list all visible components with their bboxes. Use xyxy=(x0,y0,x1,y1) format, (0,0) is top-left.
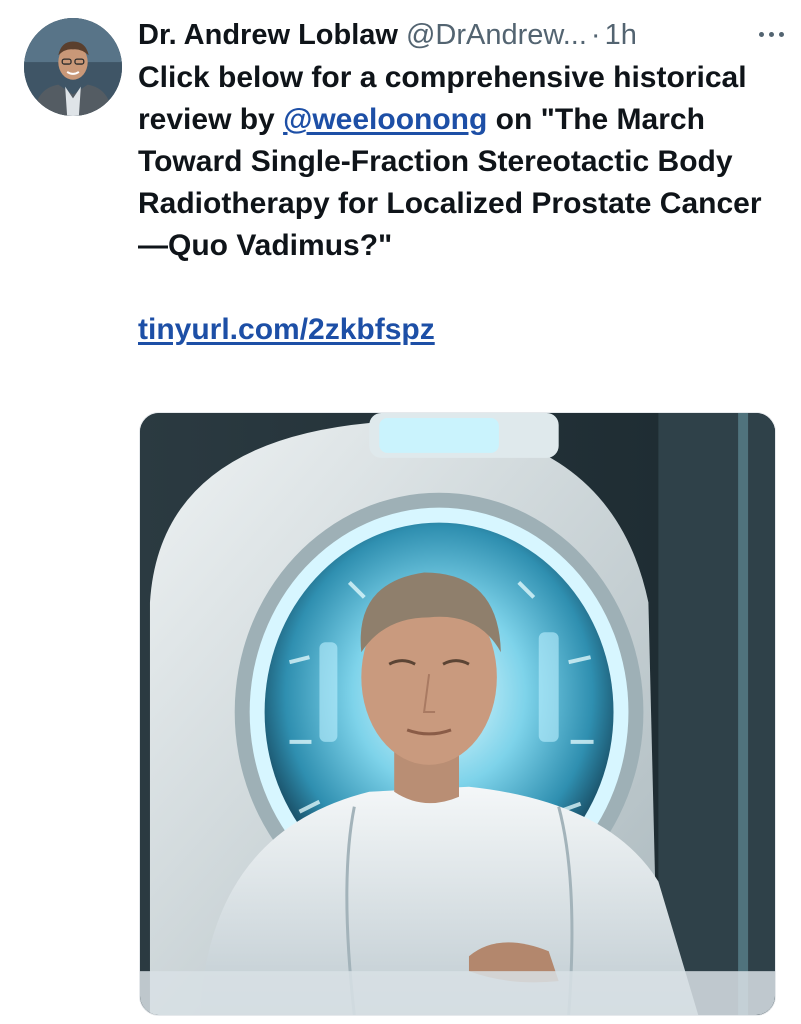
author-name[interactable]: Dr. Andrew Loblaw xyxy=(138,15,398,55)
author-avatar[interactable] xyxy=(24,18,122,116)
tweet-timestamp[interactable]: 1h xyxy=(605,15,637,55)
separator-dot: · xyxy=(590,19,601,51)
mri-patient-photo xyxy=(140,413,775,1015)
tweet-text: Click below for a comprehensive historic… xyxy=(138,57,778,351)
external-link[interactable]: tinyurl.com/2zkbfspz xyxy=(138,309,435,351)
mention-link[interactable]: @weeloonong xyxy=(283,103,487,136)
tweet-media-image[interactable] xyxy=(139,412,776,1016)
more-horizontal-icon xyxy=(758,31,764,37)
avatar-portrait xyxy=(24,18,122,116)
more-options-button[interactable] xyxy=(749,14,793,54)
tweet-body: Click below for a comprehensive historic… xyxy=(138,57,778,267)
author-handle[interactable]: @DrAndrew... xyxy=(406,15,587,55)
tweet-header: Dr. Andrew Loblaw @DrAndrew... · 1h xyxy=(138,15,791,55)
